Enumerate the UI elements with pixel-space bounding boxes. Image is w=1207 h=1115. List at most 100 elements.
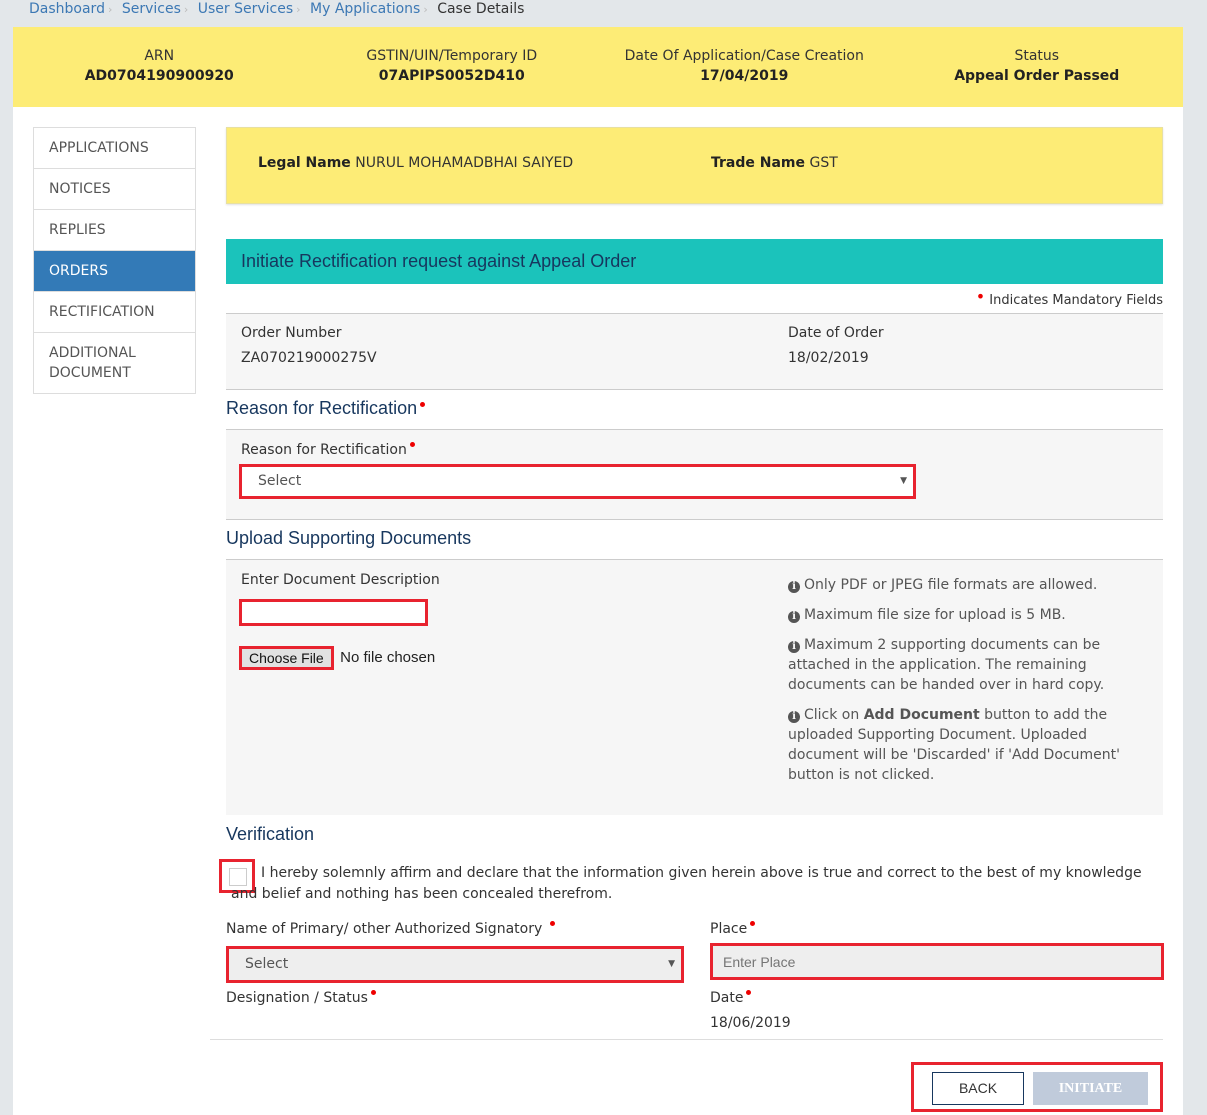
- mandatory-dot-icon: •: [975, 287, 986, 306]
- application-date-value: 17/04/2019: [700, 68, 789, 84]
- mandatory-note: • Indicates Mandatory Fields: [975, 287, 1163, 309]
- designation-label-text: Designation / Status: [226, 990, 368, 1006]
- arn-field: ARN AD0704190900920: [13, 27, 306, 107]
- place-label-text: Place: [710, 921, 748, 937]
- breadcrumb-my-applications[interactable]: My Applications: [310, 1, 420, 17]
- reason-select-value: Select: [258, 473, 302, 489]
- info-note-bold: Add Document: [863, 707, 980, 723]
- gstin-label: GSTIN/UIN/Temporary ID: [366, 48, 538, 64]
- arn-value: AD0704190900920: [84, 68, 234, 84]
- place-input[interactable]: [710, 943, 1164, 980]
- no-file-chosen-text: No file chosen: [340, 649, 436, 666]
- info-note-text: Maximum file size for upload is 5 MB.: [804, 607, 1066, 623]
- signatory-select-value: Select: [245, 956, 289, 972]
- sidebar-item-orders[interactable]: ORDERS: [34, 251, 195, 292]
- breadcrumb-separator-icon: ›: [183, 3, 189, 16]
- required-dot-icon: [409, 442, 415, 447]
- gstin-field: GSTIN/UIN/Temporary ID 07APIPS0052D410: [306, 27, 599, 107]
- place-label: Place: [710, 921, 756, 937]
- reason-label-text: Reason for Rectification: [241, 442, 407, 458]
- doc-description-input[interactable]: [239, 599, 428, 626]
- info-note: i Click on Add Document button to add the…: [788, 705, 1128, 785]
- required-dot-icon: [746, 990, 752, 995]
- arn-label: ARN: [144, 48, 175, 64]
- date-value: 18/06/2019: [710, 1015, 791, 1031]
- reason-label: Reason for Rectification: [241, 442, 415, 458]
- divider: [210, 1039, 1163, 1040]
- dropdown-caret-icon: ▼: [668, 959, 675, 969]
- info-icon: i: [788, 611, 800, 623]
- declaration-text: I hereby solemnly affirm and declare tha…: [231, 865, 1142, 902]
- trade-name: Trade Name GST: [711, 155, 838, 171]
- breadcrumb-separator-icon: ›: [107, 3, 113, 16]
- case-sidebar: APPLICATIONS NOTICES REPLIES ORDERS RECT…: [33, 127, 196, 394]
- upload-panel: Enter Document Description Choose File N…: [226, 559, 1163, 815]
- signatory-select[interactable]: Select ▼: [226, 946, 684, 983]
- reason-section-title-text: Reason for Rectification: [226, 398, 418, 418]
- status-value: Appeal Order Passed: [954, 68, 1120, 84]
- taxpayer-names-box: Legal Name NURUL MOHAMADBHAI SAIYED Trad…: [226, 127, 1163, 204]
- sidebar-item-replies[interactable]: REPLIES: [34, 210, 195, 251]
- trade-name-label: Trade Name: [711, 155, 806, 171]
- breadcrumb-separator-icon: ›: [296, 3, 301, 16]
- legal-name-label: Legal Name: [258, 155, 351, 171]
- info-note: i Maximum 2 supporting documents can be a…: [788, 635, 1128, 695]
- date-label-text: Date: [710, 990, 744, 1006]
- info-note: i Maximum file size for upload is 5 MB.: [788, 605, 1128, 625]
- back-button[interactable]: BACK: [932, 1072, 1024, 1105]
- info-note-text: Only PDF or JPEG file formats are allowe…: [804, 577, 1098, 593]
- required-dot-icon: [370, 990, 376, 995]
- breadcrumb-services[interactable]: Services: [122, 1, 181, 17]
- file-upload-control: Choose File No file chosen: [239, 646, 435, 670]
- application-date-label: Date Of Application/Case Creation: [624, 48, 864, 64]
- sidebar-item-additional-document[interactable]: ADDITIONAL DOCUMENT: [34, 333, 154, 393]
- initiate-button[interactable]: INITIATE: [1033, 1072, 1148, 1105]
- doc-description-label: Enter Document Description: [241, 572, 440, 588]
- date-label: Date: [710, 990, 752, 1006]
- order-info-panel: Order Number ZA070219000275V Date of Ord…: [226, 313, 1163, 390]
- breadcrumb-dashboard[interactable]: Dashboard: [29, 1, 105, 17]
- signatory-label: Name of Primary/ other Authorized Signat…: [226, 921, 555, 937]
- status-field: Status Appeal Order Passed: [891, 27, 1184, 107]
- main-content: APPLICATIONS NOTICES REPLIES ORDERS RECT…: [13, 107, 1183, 1115]
- required-dot-icon: [549, 921, 555, 926]
- reason-section-title: Reason for Rectification: [226, 398, 426, 419]
- action-buttons-highlight: BACK INITIATE: [911, 1062, 1163, 1112]
- breadcrumb-separator-icon: ›: [423, 3, 428, 16]
- trade-name-value: GST: [809, 155, 838, 171]
- reason-select[interactable]: Select ▼: [239, 464, 916, 499]
- application-date-field: Date Of Application/Case Creation 17/04/…: [598, 27, 891, 107]
- reason-panel: Reason for Rectification Select ▼: [226, 429, 1163, 520]
- sidebar-item-rectification[interactable]: RECTIFICATION: [34, 292, 195, 333]
- order-number-label: Order Number: [241, 325, 342, 341]
- case-header: ARN AD0704190900920 GSTIN/UIN/Temporary …: [13, 27, 1183, 107]
- gstin-value: 07APIPS0052D410: [378, 68, 525, 84]
- section-banner-title: Initiate Rectification request against A…: [226, 239, 1163, 284]
- sidebar-item-applications[interactable]: APPLICATIONS: [34, 128, 195, 169]
- info-icon: i: [788, 711, 800, 723]
- signatory-label-text: Name of Primary/ other Authorized Signat…: [226, 921, 543, 937]
- mandatory-note-text: Indicates Mandatory Fields: [989, 293, 1163, 308]
- order-date-value: 18/02/2019: [788, 350, 869, 366]
- breadcrumb-user-services[interactable]: User Services: [198, 1, 293, 17]
- breadcrumb-current: Case Details: [437, 1, 525, 17]
- verification-title: Verification: [226, 824, 315, 844]
- sidebar-item-notices[interactable]: NOTICES: [34, 169, 195, 210]
- required-dot-icon: [750, 921, 756, 926]
- status-label: Status: [1014, 48, 1060, 64]
- upload-info-list: i Only PDF or JPEG file formats are allow…: [788, 575, 1128, 795]
- info-note: i Only PDF or JPEG file formats are allow…: [788, 575, 1128, 595]
- info-note-text: Maximum 2 supporting documents can be at…: [788, 637, 1105, 693]
- legal-name: Legal Name NURUL MOHAMADBHAI SAIYED: [258, 155, 573, 171]
- info-icon: i: [788, 641, 800, 653]
- legal-name-value: NURUL MOHAMADBHAI SAIYED: [355, 155, 574, 171]
- dropdown-caret-icon: ▼: [900, 476, 907, 486]
- breadcrumb: Dashboard › Services › User Services › My A…: [29, 0, 524, 18]
- upload-section-title: Upload Supporting Documents: [226, 528, 472, 548]
- info-note-text: Click on: [804, 707, 860, 723]
- order-date-label: Date of Order: [788, 325, 884, 341]
- choose-file-button[interactable]: Choose File: [239, 646, 334, 670]
- info-icon: i: [788, 581, 800, 593]
- order-number-value: ZA070219000275V: [241, 350, 377, 366]
- required-dot-icon: [420, 402, 426, 407]
